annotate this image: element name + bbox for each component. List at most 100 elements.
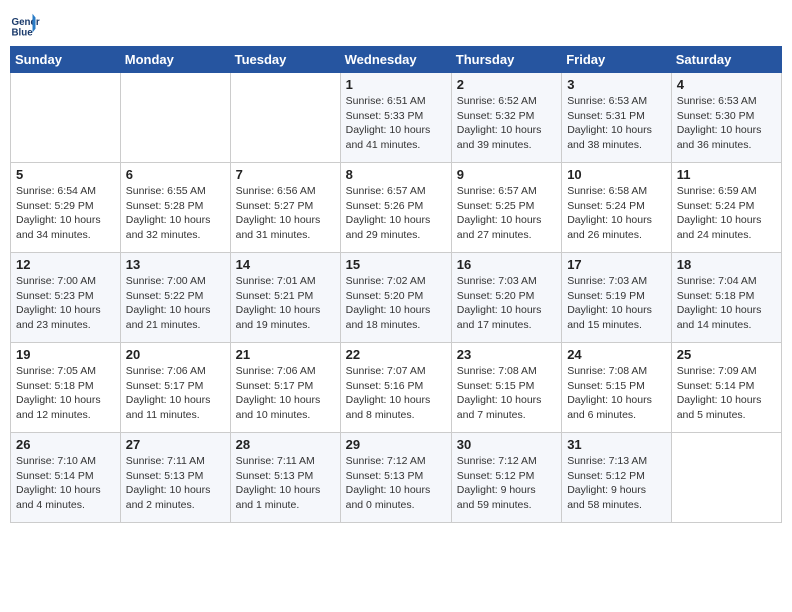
day-number: 4: [677, 77, 776, 92]
calendar-cell: 11 Sunrise: 6:59 AM Sunset: 5:24 PM Dayli…: [671, 163, 781, 253]
day-info: Sunrise: 6:52 AM Sunset: 5:32 PM Dayligh…: [457, 94, 556, 153]
day-number: 5: [16, 167, 115, 182]
day-number: 30: [457, 437, 556, 452]
calendar-cell: 13 Sunrise: 7:00 AM Sunset: 5:22 PM Dayli…: [120, 253, 230, 343]
calendar-cell: [120, 73, 230, 163]
calendar-cell: 19 Sunrise: 7:05 AM Sunset: 5:18 PM Dayli…: [11, 343, 121, 433]
calendar-cell: [230, 73, 340, 163]
day-info: Sunrise: 6:51 AM Sunset: 5:33 PM Dayligh…: [346, 94, 446, 153]
day-info: Sunrise: 6:58 AM Sunset: 5:24 PM Dayligh…: [567, 184, 666, 243]
logo: General Blue: [10, 10, 44, 40]
calendar-cell: 8 Sunrise: 6:57 AM Sunset: 5:26 PM Daylig…: [340, 163, 451, 253]
calendar-cell: 12 Sunrise: 7:00 AM Sunset: 5:23 PM Dayli…: [11, 253, 121, 343]
calendar-cell: 4 Sunrise: 6:53 AM Sunset: 5:30 PM Daylig…: [671, 73, 781, 163]
day-number: 31: [567, 437, 666, 452]
logo-icon: General Blue: [10, 10, 40, 40]
calendar-cell: 5 Sunrise: 6:54 AM Sunset: 5:29 PM Daylig…: [11, 163, 121, 253]
calendar-cell: 2 Sunrise: 6:52 AM Sunset: 5:32 PM Daylig…: [451, 73, 561, 163]
day-info: Sunrise: 7:04 AM Sunset: 5:18 PM Dayligh…: [677, 274, 776, 333]
calendar-cell: 22 Sunrise: 7:07 AM Sunset: 5:16 PM Dayli…: [340, 343, 451, 433]
day-number: 9: [457, 167, 556, 182]
day-number: 23: [457, 347, 556, 362]
day-number: 24: [567, 347, 666, 362]
day-number: 18: [677, 257, 776, 272]
day-info: Sunrise: 7:10 AM Sunset: 5:14 PM Dayligh…: [16, 454, 115, 513]
day-info: Sunrise: 7:05 AM Sunset: 5:18 PM Dayligh…: [16, 364, 115, 423]
day-number: 13: [126, 257, 225, 272]
svg-text:Blue: Blue: [12, 28, 34, 39]
calendar-cell: 7 Sunrise: 6:56 AM Sunset: 5:27 PM Daylig…: [230, 163, 340, 253]
calendar-cell: 25 Sunrise: 7:09 AM Sunset: 5:14 PM Dayli…: [671, 343, 781, 433]
calendar-cell: 21 Sunrise: 7:06 AM Sunset: 5:17 PM Dayli…: [230, 343, 340, 433]
calendar-cell: [11, 73, 121, 163]
weekday-header-monday: Monday: [120, 47, 230, 73]
day-number: 16: [457, 257, 556, 272]
day-number: 26: [16, 437, 115, 452]
day-number: 19: [16, 347, 115, 362]
day-info: Sunrise: 7:00 AM Sunset: 5:22 PM Dayligh…: [126, 274, 225, 333]
calendar-cell: 28 Sunrise: 7:11 AM Sunset: 5:13 PM Dayli…: [230, 433, 340, 523]
day-info: Sunrise: 7:11 AM Sunset: 5:13 PM Dayligh…: [126, 454, 225, 513]
day-number: 7: [236, 167, 335, 182]
day-number: 1: [346, 77, 446, 92]
day-info: Sunrise: 7:13 AM Sunset: 5:12 PM Dayligh…: [567, 454, 666, 513]
weekday-header-saturday: Saturday: [671, 47, 781, 73]
day-number: 25: [677, 347, 776, 362]
day-info: Sunrise: 7:06 AM Sunset: 5:17 PM Dayligh…: [236, 364, 335, 423]
day-number: 22: [346, 347, 446, 362]
calendar-cell: 31 Sunrise: 7:13 AM Sunset: 5:12 PM Dayli…: [562, 433, 672, 523]
day-info: Sunrise: 7:12 AM Sunset: 5:13 PM Dayligh…: [346, 454, 446, 513]
day-number: 21: [236, 347, 335, 362]
calendar-cell: 18 Sunrise: 7:04 AM Sunset: 5:18 PM Dayli…: [671, 253, 781, 343]
day-info: Sunrise: 6:59 AM Sunset: 5:24 PM Dayligh…: [677, 184, 776, 243]
day-info: Sunrise: 7:07 AM Sunset: 5:16 PM Dayligh…: [346, 364, 446, 423]
calendar-cell: 29 Sunrise: 7:12 AM Sunset: 5:13 PM Dayli…: [340, 433, 451, 523]
day-number: 11: [677, 167, 776, 182]
day-number: 8: [346, 167, 446, 182]
day-number: 27: [126, 437, 225, 452]
calendar-cell: 24 Sunrise: 7:08 AM Sunset: 5:15 PM Dayli…: [562, 343, 672, 433]
weekday-header-sunday: Sunday: [11, 47, 121, 73]
calendar-cell: 20Sunrise: 7:06 AM Sunset: 5:17 PM Dayli…: [120, 343, 230, 433]
calendar-table: SundayMondayTuesdayWednesdayThursdayFrid…: [10, 46, 782, 523]
calendar-cell: [671, 433, 781, 523]
day-number: 12: [16, 257, 115, 272]
day-info: Sunrise: 7:08 AM Sunset: 5:15 PM Dayligh…: [567, 364, 666, 423]
calendar-cell: 16 Sunrise: 7:03 AM Sunset: 5:20 PM Dayli…: [451, 253, 561, 343]
day-info: Sunrise: 6:57 AM Sunset: 5:26 PM Dayligh…: [346, 184, 446, 243]
day-info: Sunrise: 6:57 AM Sunset: 5:25 PM Dayligh…: [457, 184, 556, 243]
day-info: Sunrise: 6:55 AM Sunset: 5:28 PM Dayligh…: [126, 184, 225, 243]
calendar-cell: 26 Sunrise: 7:10 AM Sunset: 5:14 PM Dayli…: [11, 433, 121, 523]
calendar-cell: 3 Sunrise: 6:53 AM Sunset: 5:31 PM Daylig…: [562, 73, 672, 163]
day-info: Sunrise: 7:09 AM Sunset: 5:14 PM Dayligh…: [677, 364, 776, 423]
calendar-cell: 1 Sunrise: 6:51 AM Sunset: 5:33 PM Daylig…: [340, 73, 451, 163]
day-info: Sunrise: 7:02 AM Sunset: 5:20 PM Dayligh…: [346, 274, 446, 333]
day-info: Sunrise: 6:54 AM Sunset: 5:29 PM Dayligh…: [16, 184, 115, 243]
calendar-cell: 14Sunrise: 7:01 AM Sunset: 5:21 PM Dayli…: [230, 253, 340, 343]
weekday-header-friday: Friday: [562, 47, 672, 73]
day-info: Sunrise: 6:53 AM Sunset: 5:31 PM Dayligh…: [567, 94, 666, 153]
weekday-header-thursday: Thursday: [451, 47, 561, 73]
weekday-header-wednesday: Wednesday: [340, 47, 451, 73]
day-info: Sunrise: 7:03 AM Sunset: 5:20 PM Dayligh…: [457, 274, 556, 333]
day-info: Sunrise: 6:53 AM Sunset: 5:30 PM Dayligh…: [677, 94, 776, 153]
day-number: 10: [567, 167, 666, 182]
day-info: Sunrise: 7:00 AM Sunset: 5:23 PM Dayligh…: [16, 274, 115, 333]
day-number: 3: [567, 77, 666, 92]
calendar-cell: 30 Sunrise: 7:12 AM Sunset: 5:12 PM Dayli…: [451, 433, 561, 523]
day-number: 17: [567, 257, 666, 272]
day-number: 2: [457, 77, 556, 92]
day-info: Sunrise: 7:06 AM Sunset: 5:17 PM Dayligh…: [126, 364, 225, 423]
page-header: General Blue: [10, 10, 782, 40]
day-info: Sunrise: 7:11 AM Sunset: 5:13 PM Dayligh…: [236, 454, 335, 513]
calendar-cell: 6 Sunrise: 6:55 AM Sunset: 5:28 PM Daylig…: [120, 163, 230, 253]
day-info: Sunrise: 7:08 AM Sunset: 5:15 PM Dayligh…: [457, 364, 556, 423]
day-number: 28: [236, 437, 335, 452]
day-info: Sunrise: 6:56 AM Sunset: 5:27 PM Dayligh…: [236, 184, 335, 243]
day-info: Sunrise: 7:12 AM Sunset: 5:12 PM Dayligh…: [457, 454, 556, 513]
day-number: 6: [126, 167, 225, 182]
calendar-cell: 23 Sunrise: 7:08 AM Sunset: 5:15 PM Dayli…: [451, 343, 561, 433]
day-number: 15: [346, 257, 446, 272]
svg-text:General: General: [12, 17, 41, 28]
day-number: 29: [346, 437, 446, 452]
